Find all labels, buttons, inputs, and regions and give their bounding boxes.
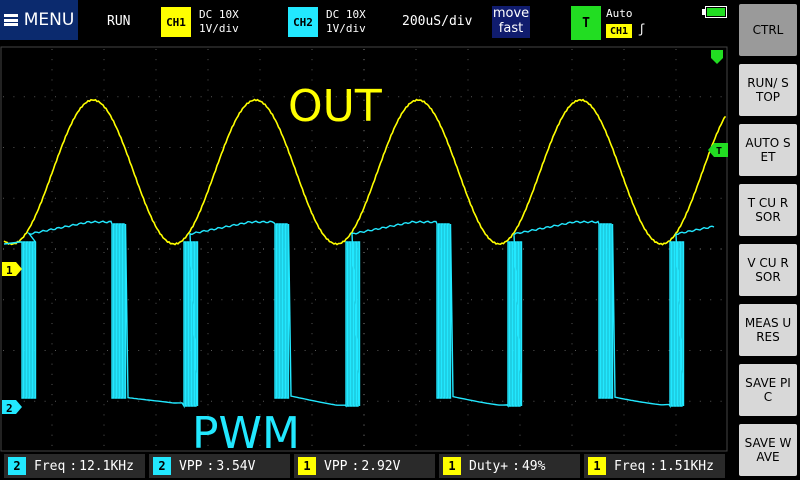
move-mode-line1: move xyxy=(492,6,530,21)
measurement-separator: : xyxy=(649,458,658,474)
trigger-level-marker[interactable]: T xyxy=(708,143,728,157)
measurement-value: 49% xyxy=(521,458,546,474)
measurement-value: 2.92V xyxy=(361,458,401,474)
measures-button[interactable]: MEAS URES xyxy=(739,304,797,356)
measurement-label: Duty+ xyxy=(469,458,509,474)
ch1-coupling: DC 10X xyxy=(199,8,239,21)
timebase[interactable]: 200uS/div xyxy=(402,14,472,29)
measurement-value: 12.1KHz xyxy=(79,458,134,474)
annotation-pwm: PWM xyxy=(192,408,300,452)
measurement-label: VPP xyxy=(324,458,348,474)
ch2-settings[interactable]: DC 10X 1V/div xyxy=(326,8,366,36)
measurement-separator: : xyxy=(206,458,215,474)
save-wave-label: SAVE WAVE xyxy=(744,436,792,464)
ch1-tag[interactable]: CH1 xyxy=(161,7,191,37)
measurement-channel-badge: 1 xyxy=(588,457,606,475)
v-cursor-button[interactable]: V CU RSOR xyxy=(739,244,797,296)
v-cursor-label: V CU RSOR xyxy=(747,256,789,284)
hamburger-icon xyxy=(3,14,18,26)
measurement-channel-badge: 2 xyxy=(153,457,171,475)
measurement-value: 3.54V xyxy=(216,458,256,474)
measurement-label: Freq xyxy=(614,458,646,474)
trigger-source[interactable]: CH1 xyxy=(606,24,632,38)
ch2-trace xyxy=(3,220,715,409)
measurement-1[interactable]: 2 Freq:12.1KHz xyxy=(4,454,145,478)
ctrl-button[interactable]: CTRL xyxy=(739,4,797,56)
rising-edge-icon: ʃ xyxy=(638,22,646,36)
ch2-tag[interactable]: CH2 xyxy=(288,7,318,37)
measurement-5[interactable]: 1 Freq:1.51KHz xyxy=(584,454,725,478)
measurement-value: 1.51KHz xyxy=(659,458,714,474)
measurement-channel-badge: 1 xyxy=(443,457,461,475)
ch2-scale: 1V/div xyxy=(326,22,366,35)
battery-icon xyxy=(702,6,727,18)
measurement-channel-badge: 2 xyxy=(8,457,26,475)
ch1-level-marker[interactable]: 1 xyxy=(2,262,22,277)
annotation-out: OUT xyxy=(288,81,382,132)
measurement-4[interactable]: 1 Duty+:49% xyxy=(439,454,580,478)
run-stop-label: RUN/ STOP xyxy=(747,76,789,104)
menu-label: MENU xyxy=(23,10,75,30)
measurement-2[interactable]: 2 VPP:3.54V xyxy=(149,454,290,478)
measurement-label: Freq xyxy=(34,458,66,474)
measurement-separator: : xyxy=(512,458,520,474)
t-cursor-label: T CU RSOR xyxy=(747,196,789,224)
trigger-level-label: T xyxy=(716,146,722,157)
save-pic-button[interactable]: SAVE PIC xyxy=(739,364,797,416)
ch1-scale: 1V/div xyxy=(199,22,239,35)
run-stop-button[interactable]: RUN/ STOP xyxy=(739,64,797,116)
scope-display[interactable]: OUT PWM 1 2 T xyxy=(0,46,728,452)
trigger-tag[interactable]: T xyxy=(571,6,601,40)
save-wave-button[interactable]: SAVE WAVE xyxy=(739,424,797,476)
ch1-marker-label: 1 xyxy=(6,264,13,277)
ch2-marker-label: 2 xyxy=(6,402,13,415)
measurement-channel-badge: 1 xyxy=(298,457,316,475)
auto-set-label: AUTO SET xyxy=(745,136,791,164)
run-status[interactable]: RUN xyxy=(107,14,130,29)
ch2-coupling: DC 10X xyxy=(326,8,366,21)
t-cursor-button[interactable]: T CU RSOR xyxy=(739,184,797,236)
measurement-label: VPP xyxy=(179,458,203,474)
auto-set-button[interactable]: AUTO SET xyxy=(739,124,797,176)
measurement-separator: : xyxy=(351,458,360,474)
move-mode-line2: fast xyxy=(498,21,524,36)
menu-button[interactable]: MENU xyxy=(0,0,78,40)
trigger-position-marker[interactable] xyxy=(711,50,723,64)
measurement-3[interactable]: 1 VPP:2.92V xyxy=(294,454,435,478)
ctrl-label: CTRL xyxy=(752,23,784,37)
measures-label: MEAS URES xyxy=(744,316,792,344)
trigger-mode[interactable]: Auto xyxy=(606,7,633,20)
ch2-level-marker[interactable]: 2 xyxy=(2,400,22,415)
ch1-settings[interactable]: DC 10X 1V/div xyxy=(199,8,239,36)
move-mode[interactable]: move fast xyxy=(492,6,530,38)
measurement-separator: : xyxy=(69,458,78,474)
save-pic-label: SAVE PIC xyxy=(745,376,791,404)
